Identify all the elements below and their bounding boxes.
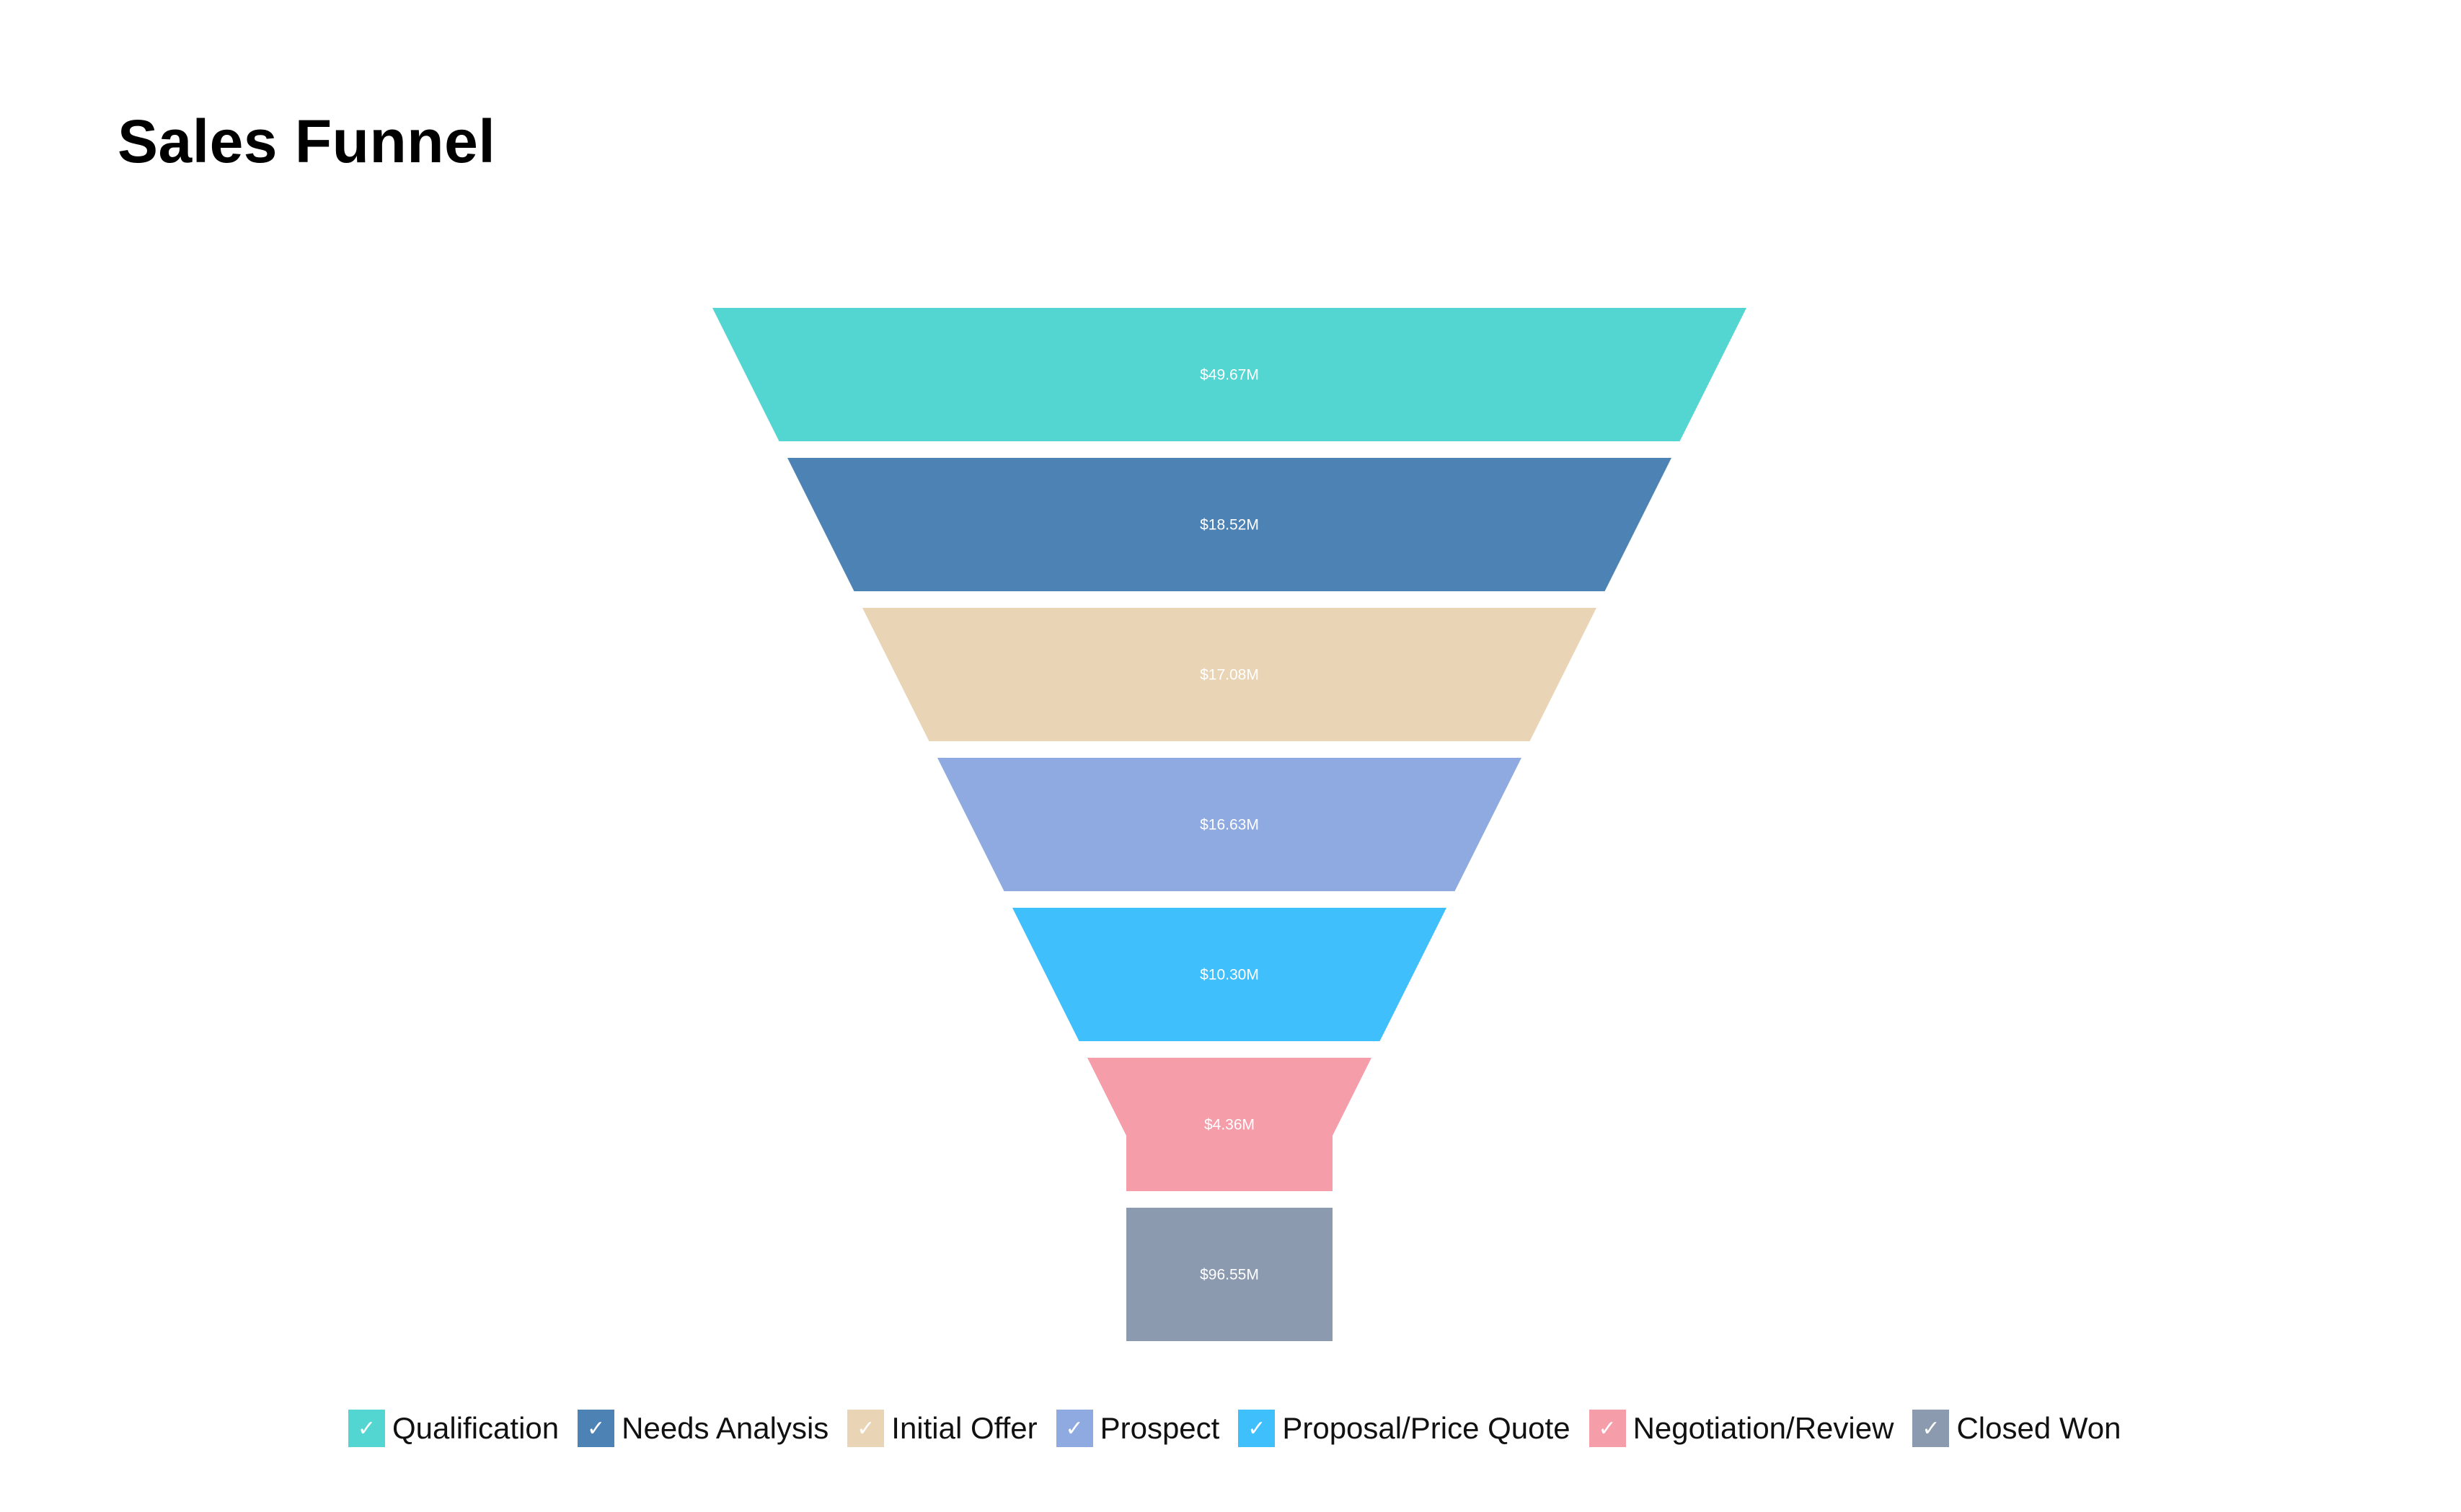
legend-label: Closed Won xyxy=(1956,1411,2121,1445)
checkbox-icon[interactable]: ✓ xyxy=(1912,1410,1950,1447)
legend-label: Initial Offer xyxy=(891,1411,1038,1445)
funnel-chart: $49.67M $18.52M $17.08M $16.63M $10.30M $4.36… xyxy=(712,308,1746,1341)
segment-value-label: $17.08M xyxy=(1200,667,1259,684)
legend-label: Qualification xyxy=(392,1411,560,1445)
legend-label: Proposal/Price Quote xyxy=(1282,1411,1570,1445)
legend-item-negotiation-review[interactable]: ✓ Negotiation/Review xyxy=(1589,1410,1894,1447)
segment-value-label: $96.55M xyxy=(1200,1267,1259,1283)
checkbox-icon[interactable]: ✓ xyxy=(1238,1410,1276,1447)
legend-item-prospect[interactable]: ✓ Prospect xyxy=(1056,1410,1220,1447)
legend-item-proposal-price-quote[interactable]: ✓ Proposal/Price Quote xyxy=(1238,1410,1570,1447)
checkbox-icon[interactable]: ✓ xyxy=(1056,1410,1093,1447)
legend-label: Needs Analysis xyxy=(622,1411,829,1445)
legend-item-needs-analysis[interactable]: ✓ Needs Analysis xyxy=(578,1410,829,1447)
chart-legend: ✓ Qualification ✓ Needs Analysis ✓ Initi… xyxy=(348,1410,2139,1447)
segment-value-label: $49.67M xyxy=(1200,367,1259,384)
segment-value-label: $4.36M xyxy=(1204,1117,1255,1133)
segment-value-label: $18.52M xyxy=(1200,517,1259,534)
legend-item-initial-offer[interactable]: ✓ Initial Offer xyxy=(847,1410,1038,1447)
legend-item-closed-won[interactable]: ✓ Closed Won xyxy=(1912,1410,2121,1447)
checkbox-icon[interactable]: ✓ xyxy=(1589,1410,1626,1447)
checkbox-icon[interactable]: ✓ xyxy=(348,1410,385,1447)
legend-label: Prospect xyxy=(1100,1411,1220,1445)
checkbox-icon[interactable]: ✓ xyxy=(578,1410,615,1447)
checkbox-icon[interactable]: ✓ xyxy=(847,1410,885,1447)
segment-value-label: $10.30M xyxy=(1200,967,1259,983)
segment-value-label: $16.63M xyxy=(1200,817,1259,834)
legend-item-qualification[interactable]: ✓ Qualification xyxy=(348,1410,559,1447)
legend-label: Negotiation/Review xyxy=(1632,1411,1894,1445)
